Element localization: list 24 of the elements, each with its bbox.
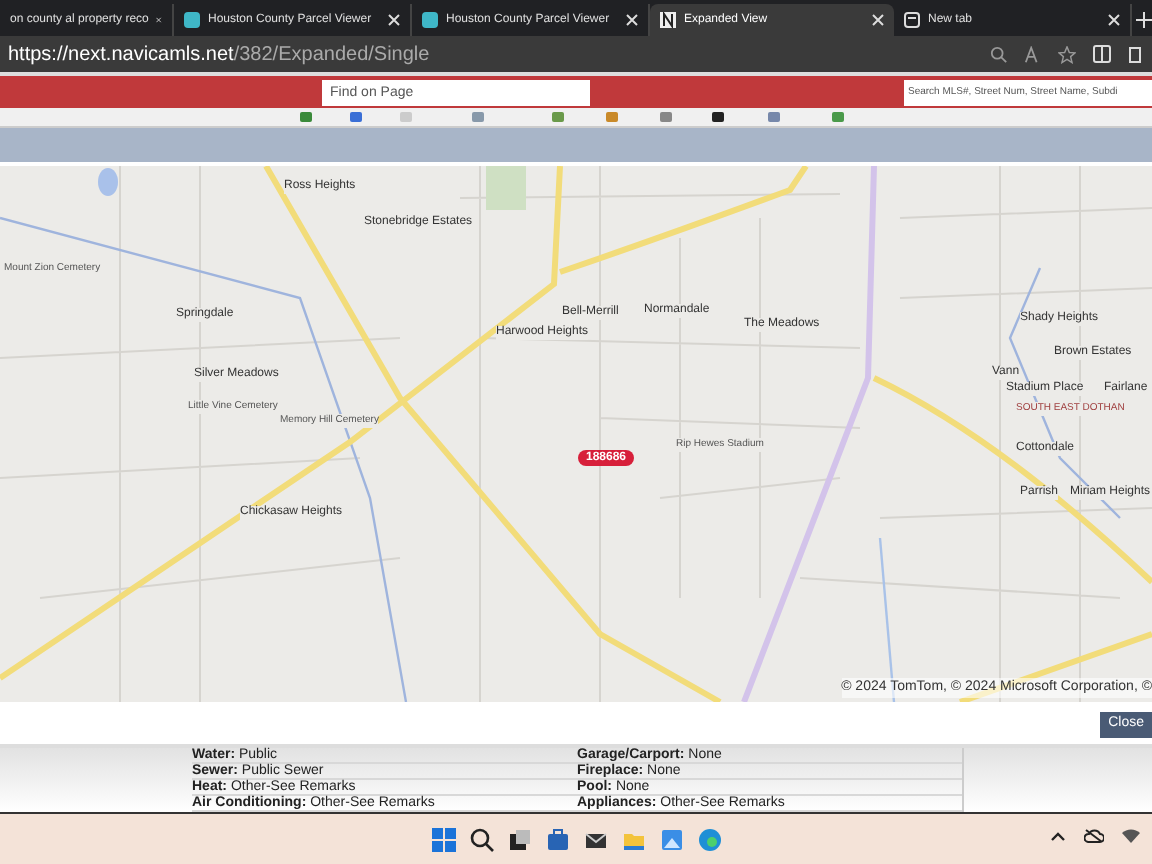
windows-start-icon[interactable] (431, 827, 455, 851)
search-icon[interactable] (469, 827, 493, 851)
mail-icon[interactable] (583, 827, 607, 851)
star-icon[interactable] (1058, 45, 1076, 63)
task-view-icon[interactable] (507, 827, 531, 851)
read-aloud-icon[interactable] (1024, 45, 1042, 63)
close-icon[interactable] (388, 14, 400, 26)
parcel-viewer-icon (184, 12, 200, 28)
split-screen-icon[interactable] (1092, 44, 1112, 64)
store-icon[interactable] (545, 827, 569, 851)
close-icon[interactable] (1108, 14, 1120, 26)
site-logo-icon (660, 12, 676, 28)
toolbar-icon[interactable] (712, 112, 724, 122)
cloud-off-icon[interactable] (1084, 828, 1104, 844)
parcel-viewer-icon (422, 12, 438, 28)
zoom-icon[interactable] (990, 45, 1008, 63)
new-tab-plus-icon[interactable] (1136, 12, 1152, 28)
photos-icon[interactable] (659, 827, 683, 851)
close-icon[interactable] (626, 14, 638, 26)
chevron-up-icon[interactable] (1050, 828, 1066, 844)
wifi-icon[interactable] (1122, 828, 1140, 844)
new-tab-icon (904, 12, 920, 28)
edge-browser-icon[interactable] (697, 827, 721, 851)
close-icon[interactable] (872, 14, 884, 26)
